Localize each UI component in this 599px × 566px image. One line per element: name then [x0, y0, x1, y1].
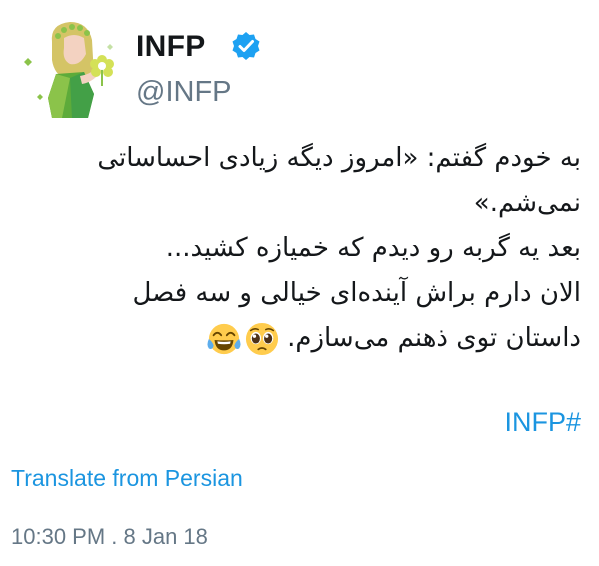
- verified-badge-icon: [232, 32, 260, 60]
- avatar[interactable]: [22, 14, 118, 120]
- translate-link[interactable]: Translate from Persian: [11, 464, 243, 492]
- tweet-line: داستان توی ذهنم می‌سازم.: [287, 323, 581, 353]
- tears-of-joy-icon: [207, 323, 241, 354]
- tweet-text: به خودم گفتم: «امروز دیگه زیادی احساساتی…: [11, 136, 581, 361]
- tweet-line: به خودم گفتم: «امروز دیگه زیادی احساساتی: [97, 143, 581, 173]
- tweet-timestamp[interactable]: 10:30 PM . 8 Jan 18: [11, 523, 208, 551]
- display-name[interactable]: INFP: [136, 30, 206, 64]
- user-handle[interactable]: @INFP: [136, 76, 232, 108]
- tweet-line: نمی‌شم.»: [473, 188, 581, 218]
- pleading-face-icon: [246, 322, 279, 355]
- hashtag-link[interactable]: INFP#: [504, 406, 581, 438]
- tweet-line: الان دارم براش آینده‌ای خیالی و سه فصل: [132, 278, 581, 308]
- emoji-group: [203, 316, 279, 361]
- tweet-card: INFP @INFP به خودم گفتم: «امروز دیگه زیا…: [0, 0, 599, 566]
- tweet-last-line: داستان توی ذهنم می‌سازم.: [11, 316, 581, 361]
- tweet-line: بعد یه گربه رو دیدم که خمیازه کشید...: [165, 233, 581, 263]
